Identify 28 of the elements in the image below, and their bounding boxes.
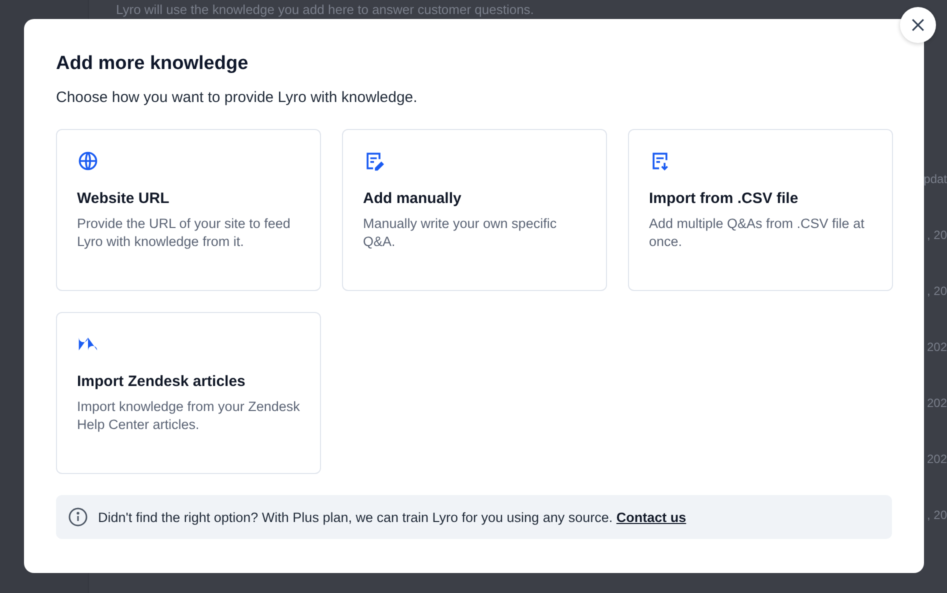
- option-card[interactable]: Add manually Manually write your own specific Q&A.: [342, 129, 607, 291]
- option-description: Import knowledge from your Zendesk Help Center articles.: [77, 398, 300, 434]
- info-icon: [68, 507, 88, 527]
- option-description: Manually write your own specific Q&A.: [363, 215, 558, 251]
- option-card[interactable]: Import Zendesk articles Import knowledge from your Zendesk Help Center articles.: [56, 312, 321, 474]
- close-icon: [909, 16, 927, 34]
- table-cell-text: 202: [926, 339, 947, 356]
- table-cell-text: , 20: [926, 283, 947, 300]
- option-title: Website URL: [77, 190, 170, 207]
- option-card[interactable]: Import from .CSV file Add multiple Q&As from .CSV file at once.: [628, 129, 893, 291]
- globe-icon: [77, 150, 99, 172]
- table-cell-text: , 20: [926, 227, 947, 244]
- option-title: Import Zendesk articles: [77, 373, 246, 390]
- table-cell-text: 202: [926, 451, 947, 468]
- option-description: Add multiple Q&As from .CSV file at once.: [649, 215, 866, 251]
- option-title: Add manually: [363, 190, 462, 207]
- dialog-subtitle: Choose how you want to provide Lyro with knowledge.: [56, 89, 418, 106]
- option-title: Import from .CSV file: [649, 190, 800, 207]
- option-card[interactable]: Website URL Provide the URL of your site to feed Lyro with knowledge from it.: [56, 129, 321, 291]
- dialog-title: Add more knowledge: [56, 53, 250, 75]
- contact-link[interactable]: Contact us: [616, 510, 686, 524]
- table-cell-text: , 20: [926, 507, 947, 524]
- table-cell-text: 202: [926, 395, 947, 412]
- close-button[interactable]: [900, 7, 936, 43]
- page-description: Lyro will use the knowledge you add here to answer customer questions.: [115, 1, 535, 17]
- option-description: Provide the URL of your site to feed Lyro with knowledge from it.: [77, 215, 292, 251]
- column-header: pdat: [924, 171, 947, 188]
- info-text: Didn't find the right option? With Plus plan, we can train Lyro for you using any source. Contact us: [98, 510, 686, 524]
